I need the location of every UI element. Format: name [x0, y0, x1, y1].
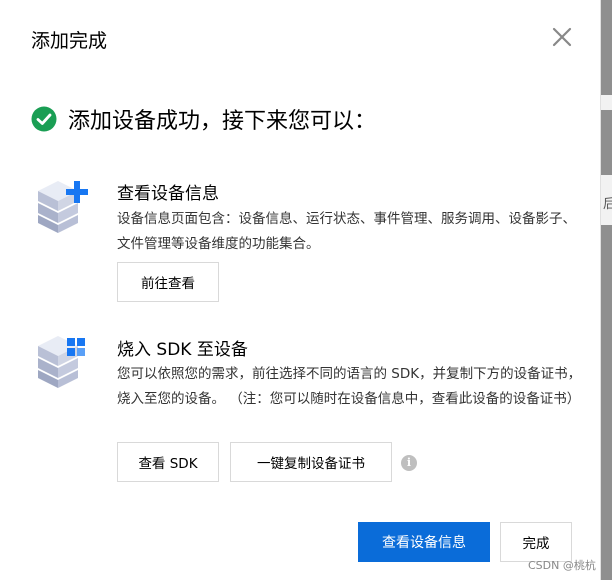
flash-sdk-description: 您可以依照您的需求，前往选择不同的语言的 SDK，并复制下方的设备证书，烧入至您… [117, 366, 582, 407]
copy-certificate-button[interactable]: 一键复制设备证书 [230, 442, 392, 482]
success-message: 添加设备成功，接下来您可以： [68, 109, 377, 134]
server-plus-icon [34, 177, 88, 235]
watermark: CSDN @桃杭 [528, 559, 596, 572]
done-button[interactable]: 完成 [500, 522, 572, 562]
go-view-button[interactable]: 前往查看 [117, 262, 219, 302]
success-banner: 添加设备成功，接下来您可以： [31, 103, 376, 135]
server-grid-icon [34, 332, 88, 390]
info-icon[interactable]: i [401, 455, 417, 471]
close-icon[interactable] [550, 25, 574, 49]
background-strip [600, 95, 612, 110]
flash-sdk-title: 烧入 SDK 至设备 [117, 340, 248, 360]
view-device-info-button[interactable]: 查看设备信息 [358, 522, 490, 562]
view-device-info-title: 查看设备信息 [117, 184, 219, 204]
check-circle-icon [31, 106, 57, 132]
background-text: 后 [603, 197, 612, 212]
add-complete-dialog: 添加完成 添加设备成功，接下来您可以： 查看设备信息 设备信息页面包含：设备信息… [0, 0, 601, 580]
view-device-info-description: 设备信息页面包含：设备信息、运行状态、事件管理、服务调用、设备影子、文件管理等设… [117, 211, 576, 252]
dialog-title: 添加完成 [31, 30, 108, 52]
view-sdk-button[interactable]: 查看 SDK [117, 442, 219, 482]
